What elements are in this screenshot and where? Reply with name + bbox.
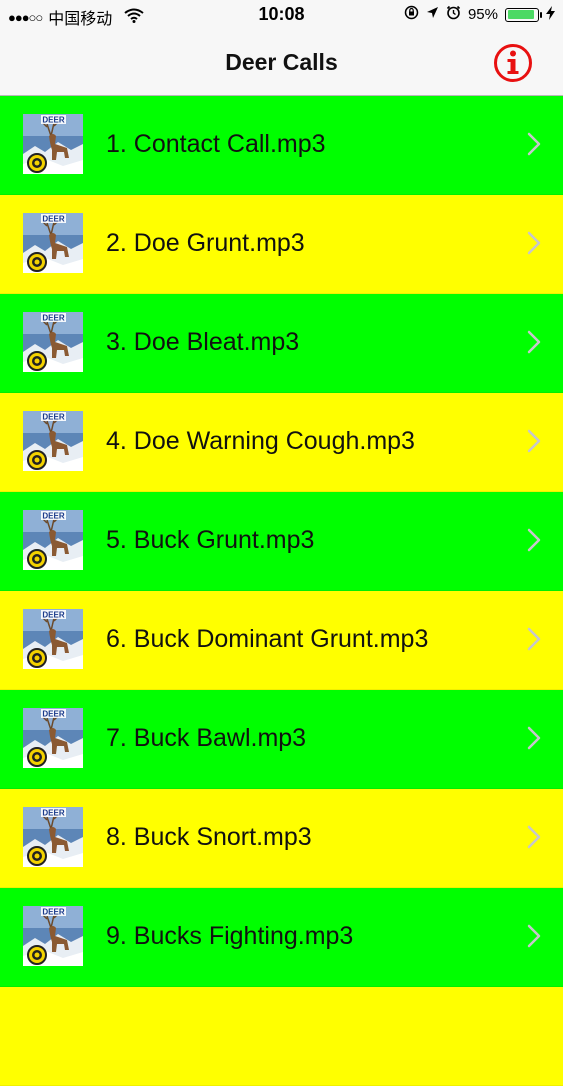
deer-thumbnail-icon: DEER (23, 807, 83, 867)
info-button[interactable] (493, 43, 533, 83)
status-bar: ●●●○○ 中国移动 10:08 95% (0, 0, 563, 30)
list-item[interactable]: DEER 8. Buck Snort.mp3 (0, 789, 563, 888)
rotation-lock-icon (404, 5, 419, 24)
list-item[interactable]: DEER 1. Contact Call.mp3 (0, 96, 563, 195)
deer-thumbnail-icon: DEER (23, 312, 83, 372)
battery-percent: 95% (467, 6, 498, 23)
deer-thumbnail-icon: DEER (23, 213, 83, 273)
chevron-right-icon (527, 924, 541, 948)
list-item[interactable]: DEER 4. Doe Warning Cough.mp3 (0, 393, 563, 492)
list-item[interactable]: DEER 7. Buck Bawl.mp3 (0, 690, 563, 789)
list-item-label: 1. Contact Call.mp3 (106, 130, 326, 158)
battery-icon (505, 7, 542, 22)
chevron-right-icon (527, 627, 541, 651)
status-right: 95% (404, 5, 555, 24)
page-title: Deer Calls (225, 49, 338, 75)
chevron-right-icon (527, 429, 541, 453)
thumbnail-text: DEER (42, 512, 64, 521)
deer-thumbnail-icon: DEER (23, 411, 83, 471)
thumbnail-text: DEER (42, 908, 64, 917)
thumbnail-text: DEER (42, 611, 64, 620)
thumbnail-text: DEER (42, 314, 64, 323)
chevron-right-icon (527, 132, 541, 156)
list-item[interactable]: DEER 6. Buck Dominant Grunt.mp3 (0, 591, 563, 690)
call-list: DEER 1. Contact Call.mp3 DEER 2. Doe Gru… (0, 96, 563, 1086)
list-item[interactable]: DEER 2. Doe Grunt.mp3 (0, 195, 563, 294)
deer-thumbnail-icon: DEER (23, 609, 83, 669)
deer-thumbnail-icon: DEER (23, 114, 83, 174)
list-item[interactable]: DEER 5. Buck Grunt.mp3 (0, 492, 563, 591)
navigation-bar: Deer Calls (0, 30, 563, 96)
list-item[interactable] (0, 987, 563, 1086)
list-item[interactable]: DEER 3. Doe Bleat.mp3 (0, 294, 563, 393)
battery-level-fill (507, 10, 535, 19)
list-item-label: 3. Doe Bleat.mp3 (106, 328, 300, 356)
deer-thumbnail-icon: DEER (23, 708, 83, 768)
list-item-label: 2. Doe Grunt.mp3 (106, 229, 305, 257)
thumbnail-text: DEER (42, 710, 64, 719)
chevron-right-icon (527, 231, 541, 255)
list-item-label: 6. Buck Dominant Grunt.mp3 (106, 625, 429, 653)
list-item-label: 4. Doe Warning Cough.mp3 (106, 427, 415, 455)
thumbnail-text: DEER (42, 809, 64, 818)
list-item-label: 8. Buck Snort.mp3 (106, 823, 312, 851)
chevron-right-icon (527, 726, 541, 750)
chevron-right-icon (527, 825, 541, 849)
list-item-label: 5. Buck Grunt.mp3 (106, 526, 315, 554)
list-item[interactable]: DEER 9. Bucks Fighting.mp3 (0, 888, 563, 987)
info-icon (494, 44, 532, 82)
thumbnail-text: DEER (42, 215, 64, 224)
location-arrow-icon (426, 6, 439, 23)
deer-thumbnail-icon: DEER (23, 510, 83, 570)
chevron-right-icon (527, 528, 541, 552)
deer-thumbnail-icon: DEER (23, 906, 83, 966)
thumbnail-text: DEER (42, 116, 64, 125)
list-item-label: 7. Buck Bawl.mp3 (106, 724, 307, 752)
alarm-icon (446, 5, 461, 24)
thumbnail-text: DEER (42, 413, 64, 422)
chevron-right-icon (527, 330, 541, 354)
charging-bolt-icon (546, 5, 555, 24)
list-item-label: 9. Bucks Fighting.mp3 (106, 922, 354, 950)
